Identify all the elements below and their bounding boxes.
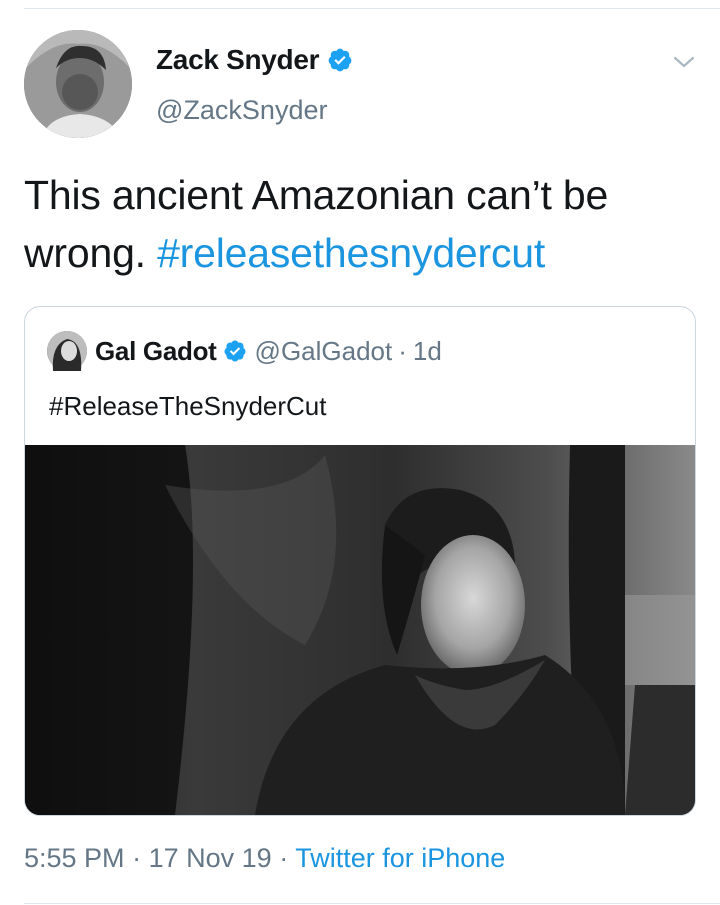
author-avatar[interactable] [24, 30, 132, 138]
top-divider [24, 8, 720, 9]
tweet-text: This ancient Amazonian can’t be wrong. #… [24, 166, 696, 282]
bottom-divider [24, 903, 720, 904]
tweet-source-link[interactable]: Twitter for iPhone [295, 843, 505, 873]
tweet-timestamp-row: 5:55 PM · 17 Nov 19 · Twitter for iPhone [24, 843, 505, 874]
quoted-handle: @GalGadot [254, 335, 393, 366]
tweet-time[interactable]: 5:55 PM [24, 843, 125, 873]
verified-badge-icon [224, 340, 246, 362]
quoted-tweet-text: #ReleaseTheSnyderCut [49, 391, 327, 421]
quoted-separator: · [398, 335, 407, 366]
author-handle[interactable]: @ZackSnyder [156, 95, 327, 126]
quoted-tweet-header: Gal Gadot @GalGadot · 1d [47, 331, 442, 371]
quoted-display-name: Gal Gadot [95, 335, 217, 366]
footer-separator: · [132, 843, 142, 873]
quoted-tweet-card[interactable]: Gal Gadot @GalGadot · 1d #ReleaseTheSnyd… [24, 306, 696, 816]
author-avatar-image [24, 30, 132, 138]
quoted-author-avatar [47, 331, 87, 371]
verified-badge-icon [328, 48, 352, 72]
author-name-row: Zack Snyder [156, 44, 353, 76]
footer-separator: · [279, 843, 289, 873]
chevron-down-icon[interactable] [672, 50, 696, 74]
tweet-hashtag-link[interactable]: #releasethesnydercut [157, 230, 545, 276]
tweet-date[interactable]: 17 Nov 19 [149, 843, 272, 873]
photo-illustration [25, 445, 695, 815]
quoted-avatar-image [47, 331, 87, 371]
quoted-tweet-photo[interactable] [25, 445, 695, 815]
quoted-age: 1d [412, 335, 442, 366]
author-display-name[interactable]: Zack Snyder [156, 44, 320, 76]
